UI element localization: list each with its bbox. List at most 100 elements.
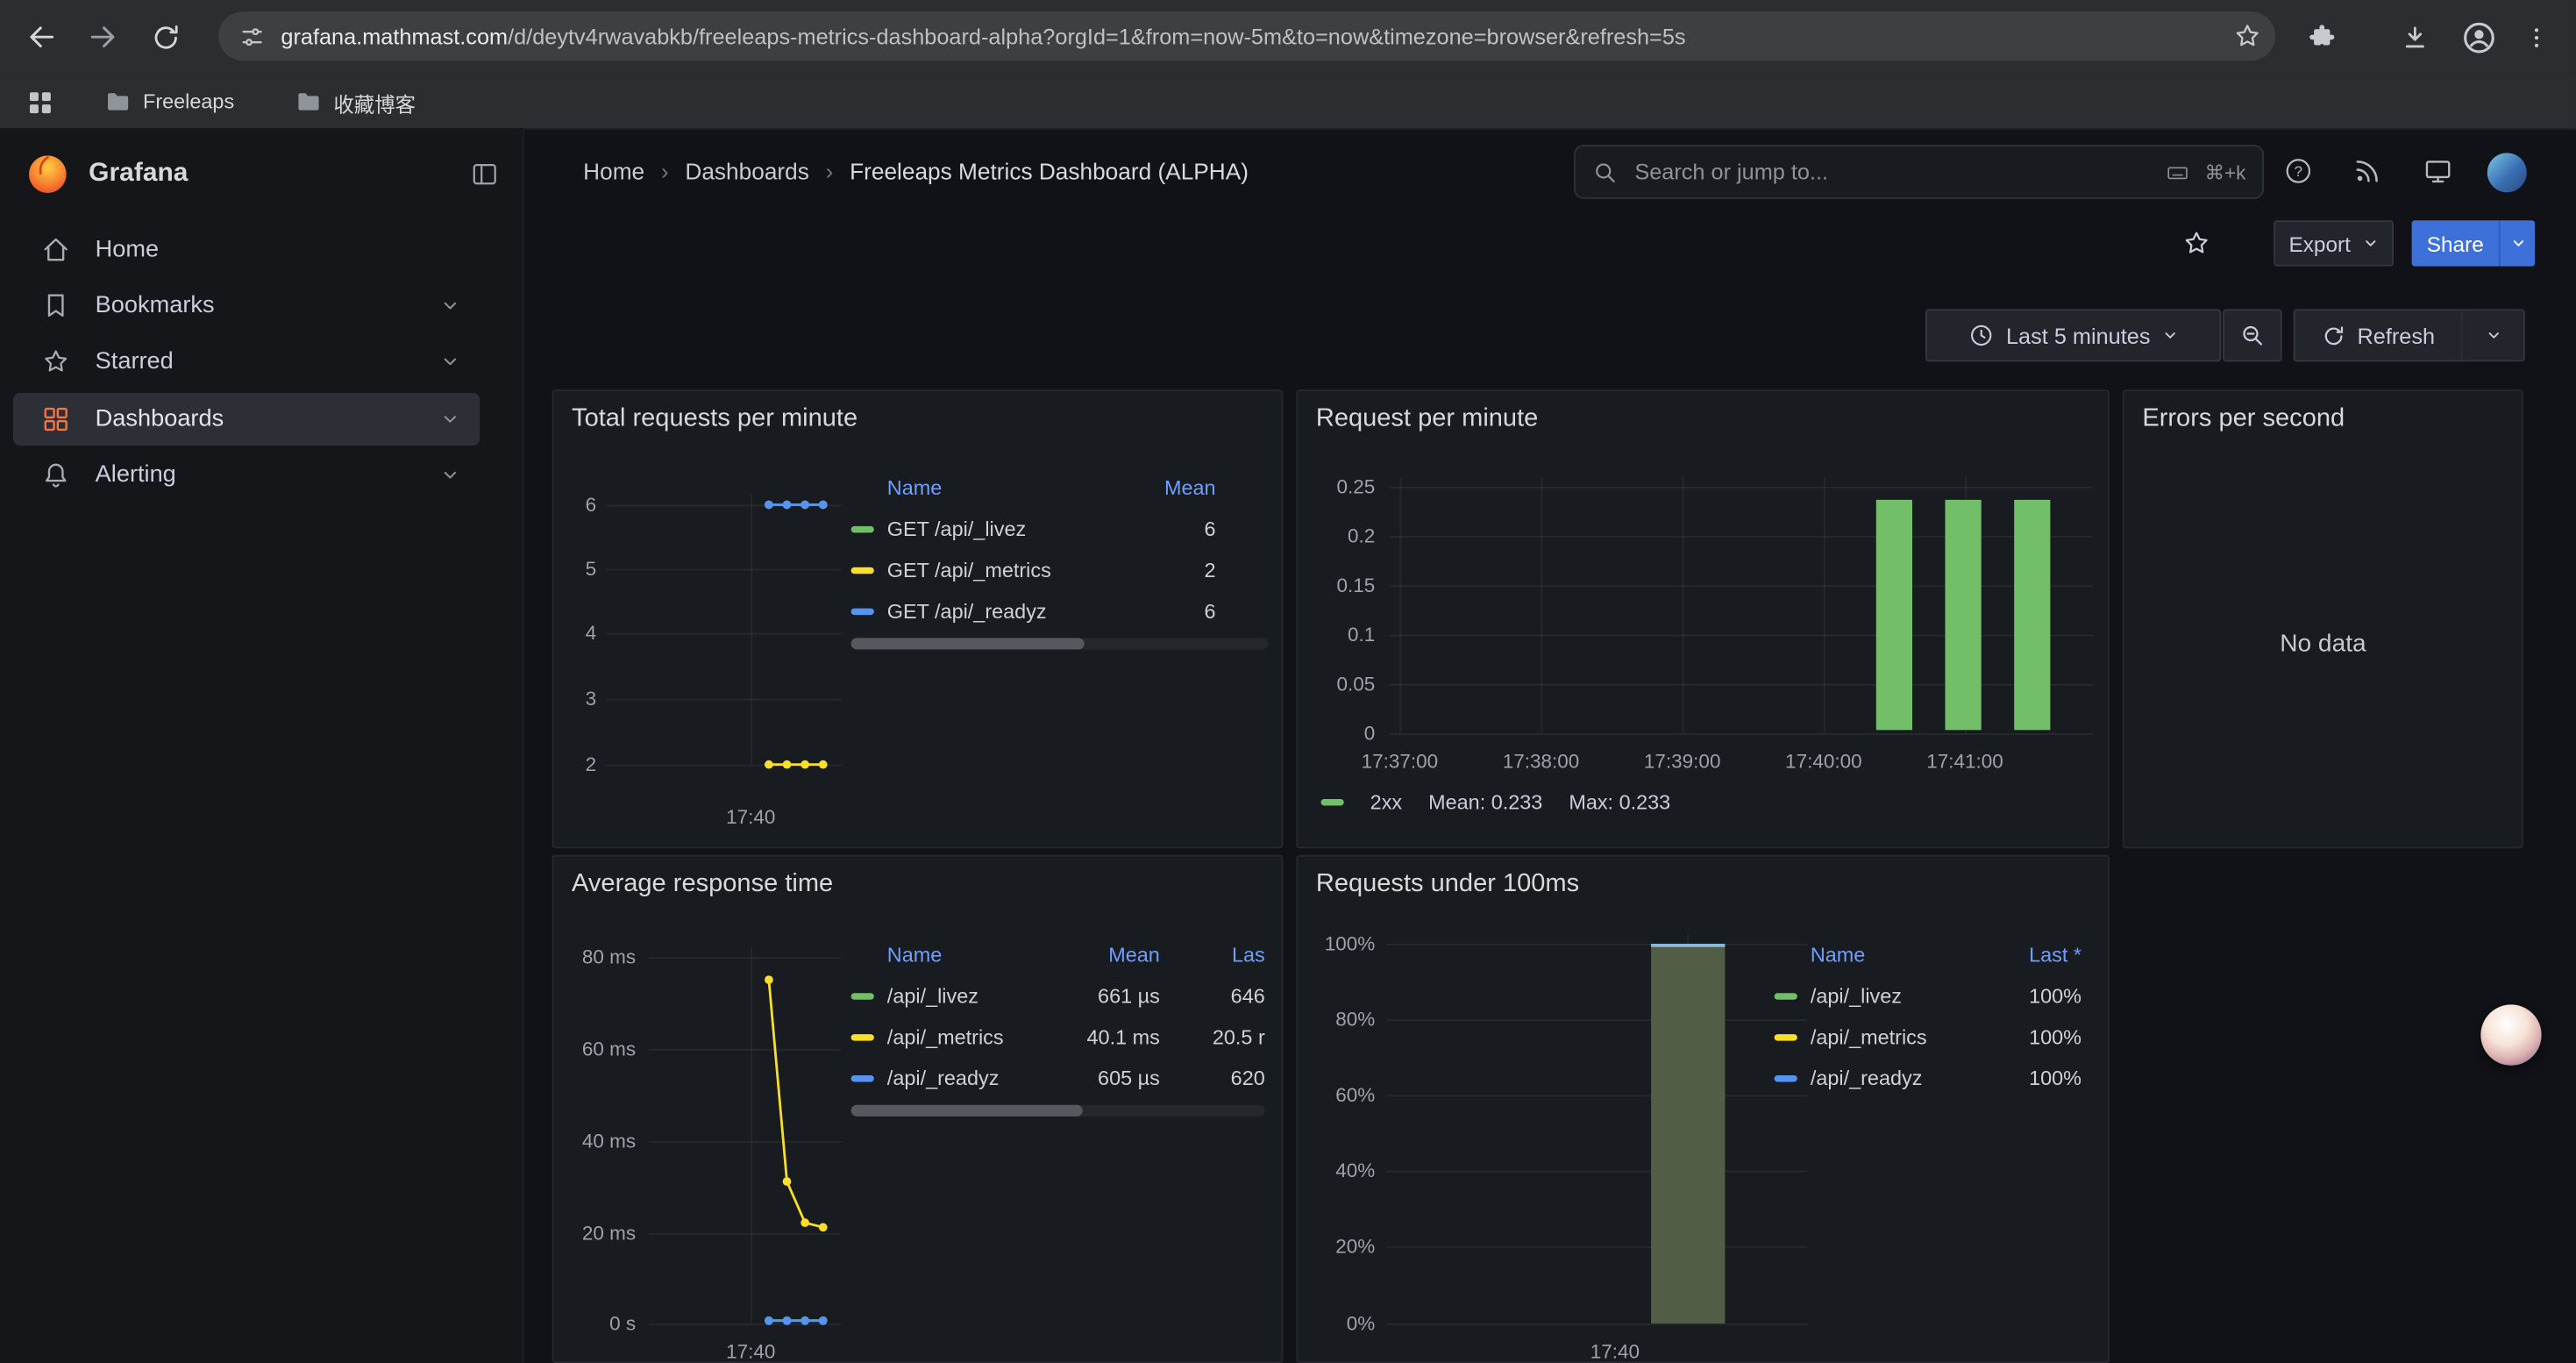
series-last: 100% [1999, 1025, 2081, 1048]
forward-button[interactable] [79, 13, 126, 61]
legend-row[interactable]: GET /api/_readyz 6 [851, 590, 1269, 632]
gridline [1386, 944, 1807, 946]
search-box[interactable]: ⌘+k [1574, 145, 2264, 199]
share-dropdown-button[interactable] [2499, 220, 2535, 266]
legend-header-name[interactable]: Name [887, 943, 1051, 966]
legend-row[interactable]: /api/_readyz 100% [1775, 1057, 2081, 1098]
series-mean: Mean: 0.233 [1428, 791, 1542, 814]
bar-chart[interactable] [1298, 391, 2108, 846]
legend-row[interactable]: GET /api/_livez 6 [851, 508, 1269, 549]
search-icon [1592, 159, 1619, 185]
series-color-chip [851, 567, 874, 573]
browser-toolbar: grafana.mathmast.com/d/deytv4rwavabkb/fr… [0, 0, 2576, 74]
sidebar-item-label: Bookmarks [96, 293, 215, 319]
dock-menu-icon[interactable] [470, 160, 500, 189]
help-icon[interactable]: ? [2283, 156, 2313, 186]
grafana-logo[interactable] [26, 153, 69, 196]
breadcrumb-home[interactable]: Home [583, 158, 644, 184]
series-name: GET /api/_livez [887, 517, 1143, 540]
legend-header-last[interactable]: Last * [1999, 943, 2081, 966]
zoom-out-button[interactable] [2223, 309, 2281, 361]
refresh-interval-dropdown[interactable] [2461, 309, 2525, 361]
profile-avatar[interactable] [2454, 13, 2501, 61]
gridline [1386, 1324, 1807, 1325]
bookmark-folder-freeleaps[interactable]: Freeleaps [96, 82, 245, 122]
share-button[interactable]: Share [2412, 220, 2499, 266]
refresh-icon [2321, 323, 2345, 347]
gridline [1386, 1246, 1807, 1248]
bookmark-star-icon[interactable] [2232, 21, 2262, 51]
breadcrumb-dashboards[interactable]: Dashboards [685, 158, 808, 184]
grafana-sidebar: Grafana Home Bookmarks Starred Dashboard… [0, 128, 524, 1363]
legend-header-mean[interactable]: Mean [1143, 476, 1215, 499]
legend[interactable]: 2xx Mean: 0.233 Max: 0.233 [1320, 791, 1670, 814]
url-bar[interactable]: grafana.mathmast.com/d/deytv4rwavabkb/fr… [218, 11, 2275, 61]
bookmarks-bar: Freeleaps 收藏博客 [0, 74, 2576, 130]
sidebar-item-alerting[interactable]: Alerting [13, 449, 480, 502]
series-mean: 6 [1143, 517, 1215, 540]
series-last: 646 [1170, 984, 1265, 1007]
refresh-button[interactable]: Refresh [2294, 309, 2463, 361]
panel-title[interactable]: Requests under 100ms [1316, 870, 1579, 900]
series-mean: 6 [1143, 599, 1215, 622]
series-mean: 605 µs [1051, 1067, 1160, 1089]
clock-icon [1968, 322, 1995, 348]
chevron-down-icon[interactable] [440, 352, 459, 371]
series-name: /api/_readyz [1811, 1067, 1999, 1089]
series-last: 100% [1999, 984, 2081, 1007]
bar-chart[interactable] [1651, 944, 1725, 1324]
legend-row[interactable]: GET /api/_metrics 2 [851, 549, 1269, 590]
favorite-star-icon[interactable] [2181, 229, 2211, 259]
chevron-down-icon[interactable] [440, 296, 459, 315]
bookmark-icon [41, 291, 71, 321]
svg-text:?: ? [2295, 163, 2302, 180]
extensions-icon[interactable] [2296, 13, 2344, 61]
rss-icon[interactable] [2352, 156, 2382, 186]
legend-row[interactable]: /api/_livez 661 µs 646 [851, 975, 1265, 1017]
back-button[interactable] [18, 13, 66, 61]
legend-row[interactable]: /api/_readyz 605 µs 620 [851, 1057, 1265, 1098]
legend-row[interactable]: /api/_livez 100% [1775, 975, 2081, 1017]
bell-icon [41, 460, 71, 490]
legend-scrollbar[interactable] [851, 1105, 1265, 1117]
export-button[interactable]: Export [2274, 220, 2394, 266]
sidebar-item-label: Dashboards [96, 406, 224, 432]
gridline [1386, 1171, 1807, 1173]
series-last: 620 [1170, 1067, 1265, 1089]
sidebar-item-bookmarks[interactable]: Bookmarks [13, 280, 480, 332]
legend-row[interactable]: /api/_metrics 40.1 ms 20.5 r [851, 1016, 1265, 1057]
bookmark-label: Freeleaps [143, 90, 234, 113]
legend-scrollbar[interactable] [851, 638, 1269, 649]
breadcrumb-separator: › [826, 158, 834, 184]
user-avatar[interactable] [2487, 153, 2527, 192]
series-name: /api/_readyz [887, 1067, 1051, 1089]
reload-button[interactable] [141, 13, 189, 61]
chevron-down-icon[interactable] [440, 465, 459, 484]
legend-header-last[interactable]: Las [1170, 943, 1265, 966]
series-color-chip [851, 525, 874, 532]
panel-request-per-minute: Request per minute 0.25 0.2 0.15 0.1 0.0… [1296, 389, 2109, 848]
sidebar-item-home[interactable]: Home [13, 224, 480, 276]
legend-row[interactable]: /api/_metrics 100% [1775, 1016, 2081, 1057]
download-icon[interactable] [2390, 13, 2437, 61]
monitor-icon[interactable] [2423, 156, 2453, 186]
time-range-picker[interactable]: Last 5 minutes [1925, 309, 2221, 361]
search-input[interactable] [1632, 158, 2151, 186]
bookmark-folder-blogs[interactable]: 收藏博客 [286, 82, 425, 122]
menu-kebab-icon[interactable] [2512, 13, 2559, 61]
url-text: grafana.mathmast.com/d/deytv4rwavabkb/fr… [281, 24, 2217, 48]
chevron-down-icon[interactable] [440, 410, 459, 429]
legend-header-mean[interactable]: Mean [1051, 943, 1160, 966]
legend-header-name[interactable]: Name [887, 476, 1143, 499]
site-info-icon[interactable] [238, 22, 267, 50]
floating-assistant-avatar[interactable] [2480, 1004, 2541, 1065]
search-shortcut: ⌘+k [2205, 161, 2246, 183]
legend-header-row: Name Last * [1775, 934, 2081, 975]
series-max: Max: 0.233 [1569, 791, 1670, 814]
apps-grid-icon[interactable] [17, 82, 64, 122]
panel-avg-response-time: Average response time 80 ms 60 ms 40 ms … [552, 855, 1284, 1363]
panel-title[interactable]: Errors per second [2142, 404, 2345, 434]
sidebar-item-dashboards[interactable]: Dashboards [13, 393, 480, 446]
sidebar-item-starred[interactable]: Starred [13, 335, 480, 388]
legend-header-name[interactable]: Name [1811, 943, 1999, 966]
